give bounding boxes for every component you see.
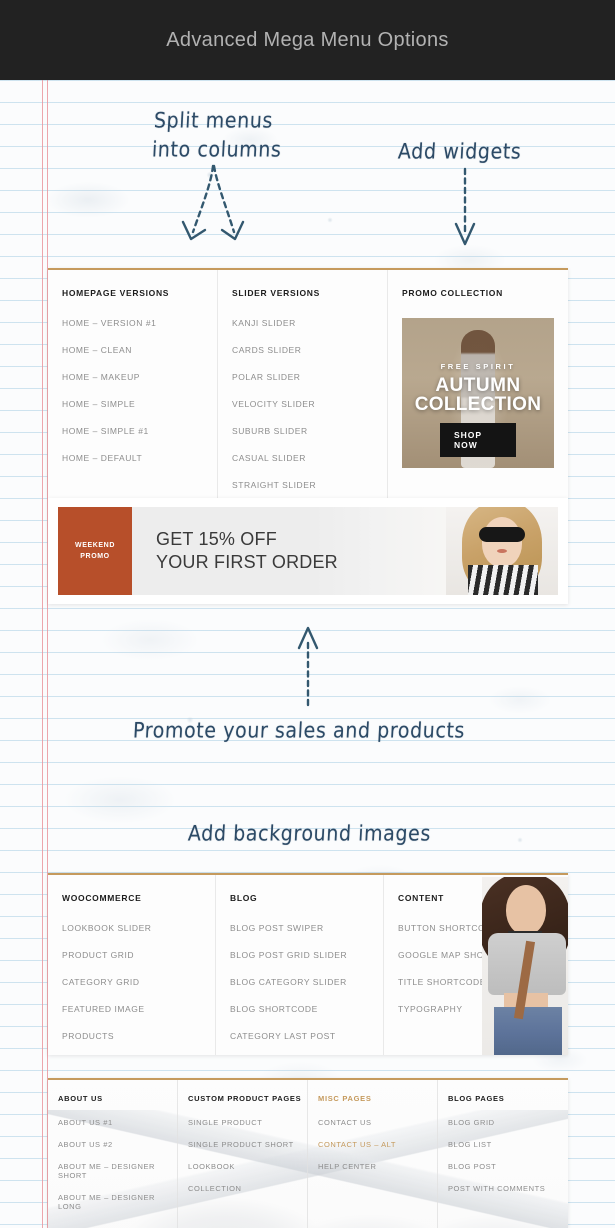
menu-item[interactable]: KANJI SLIDER [232,318,387,328]
menu-item[interactable]: VELOCITY SLIDER [232,399,387,409]
menu-column-title: BLOG PAGES [448,1094,505,1103]
mega-menu-panel-pages: ABOUT US ABOUT US #1 ABOUT US #2 ABOUT M… [48,1078,568,1228]
banner-tag: WEEKEND PROMO [58,507,132,595]
banner-body: GET 15% OFF YOUR FIRST ORDER [132,507,446,595]
menu-item[interactable]: PRODUCTS [62,1031,215,1041]
model-lips [497,549,507,553]
sunglasses-icon [479,527,525,542]
mega-menu-panel-homepage: HOMEPAGE VERSIONS HOME – VERSION #1 HOME… [48,268,568,523]
menu-item[interactable]: ABOUT US #2 [58,1140,177,1149]
annotation-promote-sales: Promote your sales and products [132,718,466,744]
menu-column-promo-collection: PROMO COLLECTION FREE SPIRIT AUTUMN COLL… [388,270,568,523]
menu-item[interactable]: SUBURB SLIDER [232,426,387,436]
menu-item[interactable]: SINGLE PRODUCT SHORT [188,1140,307,1149]
menu-column-title: BLOG [230,893,258,903]
menu-item[interactable]: POLAR SLIDER [232,372,387,382]
annotation-split-menus-line1: Split menus [153,108,274,134]
menu-column-blog-pages: BLOG PAGES BLOG GRID BLOG LIST BLOG POST… [438,1080,568,1228]
panel-background-model-photo [482,877,568,1055]
menu-item[interactable]: SINGLE PRODUCT [188,1118,307,1127]
annotation-add-background-images: Add background images [187,821,432,847]
shop-now-button[interactable]: SHOP NOW [440,423,516,457]
menu-column-title: CUSTOM PRODUCT PAGES [188,1094,302,1103]
menu-column-blog: BLOG BLOG POST SWIPER BLOG POST GRID SLI… [216,875,384,1055]
menu-item[interactable]: CONTACT US [318,1118,437,1127]
promo-collection-widget[interactable]: FREE SPIRIT AUTUMN COLLECTION SHOP NOW [402,318,554,468]
menu-item[interactable]: HOME – SIMPLE #1 [62,426,217,436]
menu-item[interactable]: POST WITH COMMENTS [448,1184,568,1193]
menu-column-homepage-versions: HOMEPAGE VERSIONS HOME – VERSION #1 HOME… [48,270,218,523]
menu-item[interactable]: HOME – SIMPLE [62,399,217,409]
menu-item[interactable]: ABOUT ME – DESIGNER LONG [58,1193,177,1211]
mega-menu-columns: HOMEPAGE VERSIONS HOME – VERSION #1 HOME… [48,270,568,523]
menu-item[interactable]: HELP CENTER [318,1162,437,1171]
banner-headline-line2: YOUR FIRST ORDER [156,552,338,572]
menu-item[interactable]: BLOG GRID [448,1118,568,1127]
menu-item[interactable]: BLOG POST SWIPER [230,923,383,933]
model-face [482,517,522,567]
menu-column-title: WOOCOMMERCE [62,893,142,903]
menu-column-woocommerce: WOOCOMMERCE LOOKBOOK SLIDER PRODUCT GRID… [48,875,216,1055]
menu-item[interactable]: FEATURED IMAGE [62,1004,215,1014]
menu-item[interactable]: BLOG LIST [448,1140,568,1149]
menu-item[interactable]: CATEGORY GRID [62,977,215,987]
menu-item[interactable]: HOME – VERSION #1 [62,318,217,328]
mega-menu-columns: ABOUT US ABOUT US #1 ABOUT US #2 ABOUT M… [48,1080,568,1228]
model-striped-top [468,565,538,595]
menu-item[interactable]: ABOUT ME – DESIGNER SHORT [58,1162,177,1180]
menu-item[interactable]: CARDS SLIDER [232,345,387,355]
menu-column-about-us: ABOUT US ABOUT US #1 ABOUT US #2 ABOUT M… [48,1080,178,1228]
promo-headline-line1: AUTUMN [435,375,521,396]
menu-item[interactable]: BLOG CATEGORY SLIDER [230,977,383,987]
promo-kicker: FREE SPIRIT [440,362,516,371]
menu-column-title: PROMO COLLECTION [402,288,503,298]
menu-column-slider-versions: SLIDER VERSIONS KANJI SLIDER CARDS SLIDE… [218,270,388,523]
menu-item[interactable]: CATEGORY LAST POST [230,1031,383,1041]
paper-margin-rule [42,80,48,1228]
model-jeans [494,1007,562,1055]
weekend-promo-banner[interactable]: WEEKEND PROMO GET 15% OFF YOUR FIRST ORD… [48,498,568,604]
menu-item[interactable]: LOOKBOOK [188,1162,307,1171]
banner-tag-line2: PROMO [80,553,110,560]
annotation-split-menus-line2: into columns [151,137,283,163]
dashed-arrow-down-icon [454,167,476,246]
menu-item[interactable]: BLOG POST [448,1162,568,1171]
menu-item-active[interactable]: CONTACT US – ALT [318,1140,437,1149]
banner-headline-line1: GET 15% OFF [156,529,277,549]
menu-item[interactable]: BLOG POST GRID SLIDER [230,950,383,960]
mega-menu-panel-woocommerce: WOOCOMMERCE LOOKBOOK SLIDER PRODUCT GRID… [48,873,568,1055]
menu-item[interactable]: HOME – MAKEUP [62,372,217,382]
banner-tag-line1: WEEKEND [75,542,115,549]
menu-column-title: SLIDER VERSIONS [232,288,320,298]
menu-item[interactable]: STRAIGHT SLIDER [232,480,387,490]
menu-item[interactable]: PRODUCT GRID [62,950,215,960]
page-title: Advanced Mega Menu Options [166,28,449,51]
forked-dashed-arrow-icon [181,164,245,241]
promo-headline-line2: COLLECTION [414,394,542,415]
menu-item[interactable]: LOOKBOOK SLIDER [62,923,215,933]
menu-item[interactable]: HOME – CLEAN [62,345,217,355]
menu-column-misc-pages: MISC PAGES CONTACT US CONTACT US – ALT H… [308,1080,438,1228]
page-header: Advanced Mega Menu Options [0,0,615,80]
menu-column-title: ABOUT US [58,1094,103,1103]
menu-item[interactable]: BLOG SHORTCODE [230,1004,383,1014]
menu-item[interactable]: CASUAL SLIDER [232,453,387,463]
menu-column-custom-product-pages: CUSTOM PRODUCT PAGES SINGLE PRODUCT SING… [178,1080,308,1228]
menu-item[interactable]: ABOUT US #1 [58,1118,177,1127]
menu-item[interactable]: HOME – DEFAULT [62,453,217,463]
menu-column-title: HOMEPAGE VERSIONS [62,288,170,298]
banner-inner: WEEKEND PROMO GET 15% OFF YOUR FIRST ORD… [58,507,558,595]
model-face [506,885,546,935]
menu-column-title: MISC PAGES [318,1094,372,1103]
dashed-arrow-up-icon [297,626,319,707]
menu-item[interactable]: COLLECTION [188,1184,307,1193]
annotation-add-widgets: Add widgets [397,139,523,165]
banner-model-photo [446,507,558,595]
